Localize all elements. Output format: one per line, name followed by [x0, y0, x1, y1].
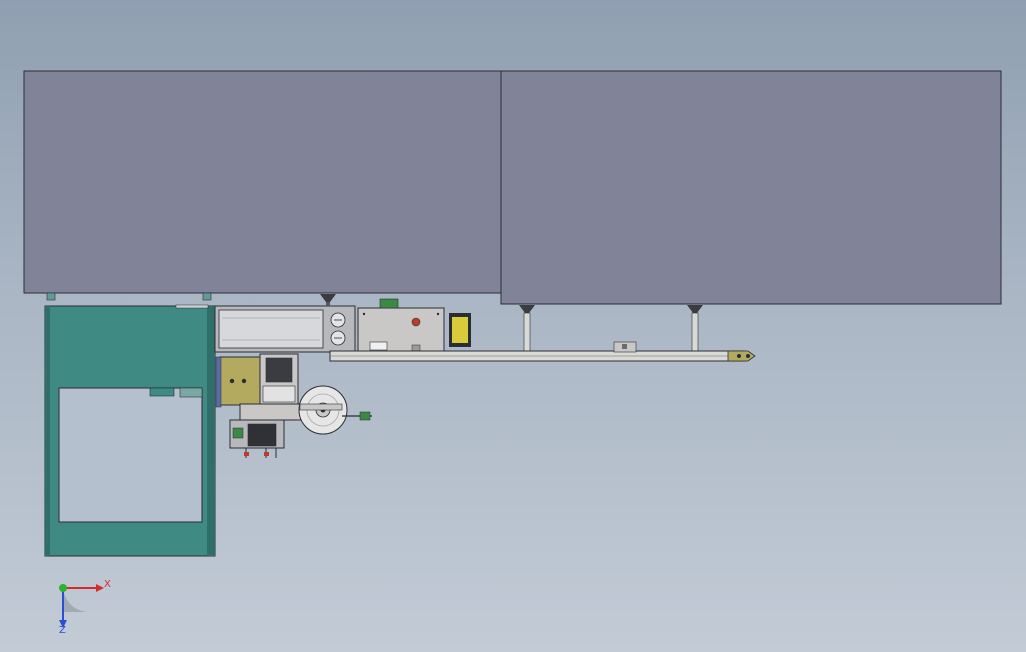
leveling-foot-3 — [687, 305, 703, 352]
terminal-block — [379, 298, 399, 309]
x-axis-label: X — [104, 579, 111, 590]
leveling-foot-1 — [320, 294, 336, 306]
y-axis-origin — [59, 584, 67, 592]
z-axis-label: Z — [59, 625, 66, 636]
frame-window — [58, 387, 203, 523]
cad-viewport[interactable]: X Z — [0, 0, 1026, 652]
tape-reel[interactable] — [298, 385, 372, 435]
feeder-assembly[interactable] — [215, 353, 303, 458]
power-switch[interactable] — [449, 313, 471, 347]
enclosure-mount-bolts — [46, 292, 212, 301]
mechanism-housing[interactable] — [214, 305, 356, 353]
coordinate-triad: X Z — [59, 579, 111, 636]
motor-block — [265, 357, 293, 383]
leveling-foot-2 — [519, 305, 535, 352]
stepper-motor — [247, 423, 277, 447]
cad-model-view[interactable]: X Z — [0, 0, 1026, 652]
right-enclosure[interactable] — [500, 70, 1002, 305]
teal-base-frame[interactable] — [44, 304, 216, 557]
panel-label-plate — [369, 341, 388, 351]
left-enclosure[interactable] — [23, 70, 502, 294]
indicator-light-red — [411, 317, 421, 327]
